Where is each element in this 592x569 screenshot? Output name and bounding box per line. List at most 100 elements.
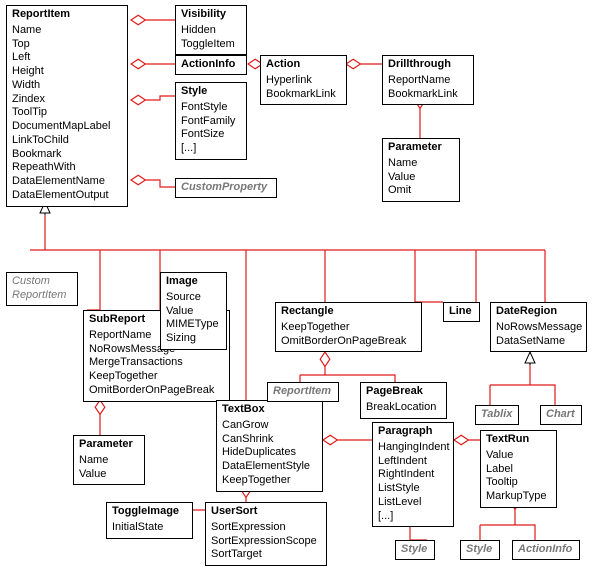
class-attr: FontSize xyxy=(181,128,241,142)
class-attr: DocumentMapLabel xyxy=(12,120,122,134)
class-line: Line xyxy=(443,302,480,322)
class-date-region: DateRegion NoRowsMessageDataSetName xyxy=(490,302,587,352)
class-user-sort: UserSort SortExpressionSortExpressionSco… xyxy=(205,502,327,566)
class-attr: KeepTogether xyxy=(222,474,317,488)
class-attrs: ValueLabelTooltipMarkupType xyxy=(481,449,556,507)
class-attr: SortExpressionScope xyxy=(211,535,321,549)
class-title: Image xyxy=(161,273,226,291)
class-attr: [...] xyxy=(181,142,241,156)
class-title: Action xyxy=(261,56,346,74)
class-attr: Width xyxy=(12,79,122,93)
class-paragraph: Paragraph HangingIndentLeftIndentRightIn… xyxy=(372,422,454,527)
class-image: Image SourceValueMIMETypeSizing xyxy=(160,272,227,350)
class-title: ReportItem xyxy=(268,383,338,401)
class-attrs: HyperlinkBookmarkLink xyxy=(261,74,346,105)
class-attr: FontStyle xyxy=(181,101,241,115)
class-attrs: FontStyleFontFamilyFontSize[...] xyxy=(176,101,246,159)
class-attrs: HiddenToggleItem xyxy=(176,24,246,55)
class-attr: Value xyxy=(79,468,139,482)
class-title: UserSort xyxy=(206,503,326,521)
class-report-item: ReportItem NameTopLeftHeightWidthZindexT… xyxy=(6,5,128,207)
class-attr: ReportName xyxy=(388,74,468,88)
class-title: Tablix xyxy=(476,406,518,424)
class-title: Paragraph xyxy=(373,423,453,441)
class-attr: Tooltip xyxy=(486,476,551,490)
class-title: ActionInfo xyxy=(513,541,579,559)
class-attr: Value xyxy=(388,171,454,185)
class-attr: DataElementOutput xyxy=(12,189,122,203)
class-attr: Omit xyxy=(388,184,454,198)
class-style-p: Style xyxy=(395,540,435,560)
class-attr: Zindex xyxy=(12,93,122,107)
class-attr: OmitBorderOnPageBreak xyxy=(89,384,224,398)
class-title: DateRegion xyxy=(491,303,586,321)
class-title: Visibility xyxy=(176,6,246,24)
class-attr: Hyperlink xyxy=(266,74,341,88)
class-attr: BreakLocation xyxy=(366,401,441,415)
class-title: TextRun xyxy=(481,431,556,449)
class-report-item-ref: ReportItem xyxy=(267,382,339,402)
class-title: TextBox xyxy=(217,401,322,419)
class-attr: MIMEType xyxy=(166,318,221,332)
class-attr: Name xyxy=(388,157,454,171)
class-attr: Hidden xyxy=(181,24,241,38)
class-attr: RepeathWith xyxy=(12,161,122,175)
class-title: PageBreak xyxy=(361,383,446,401)
class-custom-report-item: Custom ReportItem xyxy=(6,272,78,306)
class-title: Style xyxy=(176,83,246,101)
class-title: Rectangle xyxy=(276,303,421,321)
class-title: ReportItem xyxy=(7,6,127,24)
class-parameter-dt: Parameter NameValueOmit xyxy=(382,138,460,202)
class-attr: NoRowsMessage xyxy=(496,321,581,335)
class-attr: InitialState xyxy=(112,521,187,535)
class-attrs: BreakLocation xyxy=(361,401,446,418)
class-style-t: Style xyxy=(460,540,500,560)
class-attrs: NoRowsMessageDataSetName xyxy=(491,321,586,352)
class-attrs: InitialState xyxy=(107,521,192,538)
class-attr: Height xyxy=(12,65,122,79)
class-parameter-sr: Parameter NameValue xyxy=(73,435,145,485)
class-page-break: PageBreak BreakLocation xyxy=(360,382,447,419)
class-text-run: TextRun ValueLabelTooltipMarkupType xyxy=(480,430,557,508)
class-attr: Bookmark xyxy=(12,148,122,162)
class-attrs: SortExpressionSortExpressionScopeSortTar… xyxy=(206,521,326,565)
class-attr: Sizing xyxy=(166,332,221,346)
class-attr: CanGrow xyxy=(222,419,317,433)
class-attr: ListStyle xyxy=(378,482,448,496)
class-visibility: Visibility HiddenToggleItem xyxy=(175,5,247,55)
class-drillthrough: Drillthrough ReportNameBookmarkLink xyxy=(382,55,474,105)
class-attr: HangingIndent xyxy=(378,441,448,455)
class-title: Custom ReportItem xyxy=(7,273,77,305)
class-attr: KeepTogether xyxy=(281,321,416,335)
class-attr: Value xyxy=(486,449,551,463)
class-action: Action HyperlinkBookmarkLink xyxy=(260,55,347,105)
class-title: Parameter xyxy=(383,139,459,157)
class-toggle-image: ToggleImage InitialState xyxy=(106,502,193,539)
class-custom-property: CustomProperty xyxy=(175,178,277,198)
class-attr: KeepTogether xyxy=(89,370,224,384)
class-attr: RightIndent xyxy=(378,468,448,482)
class-attr: MergeTransactions xyxy=(89,356,224,370)
class-attr: DataSetName xyxy=(496,335,581,349)
class-attrs: ReportNameBookmarkLink xyxy=(383,74,473,105)
class-title: Line xyxy=(444,303,479,321)
class-attr: Label xyxy=(486,463,551,477)
class-attr: MarkupType xyxy=(486,490,551,504)
class-attr: DataElementName xyxy=(12,175,122,189)
class-attr: BookmarkLink xyxy=(388,88,468,102)
class-title: Style xyxy=(461,541,499,559)
class-title: Chart xyxy=(541,406,581,424)
class-attrs: CanGrowCanShrinkHideDuplicatesDataElemen… xyxy=(217,419,322,491)
class-attr: LinkToChild xyxy=(12,134,122,148)
class-title: CustomProperty xyxy=(176,179,276,197)
class-attrs: NameTopLeftHeightWidthZindexToolTipDocum… xyxy=(7,24,127,206)
class-chart: Chart xyxy=(540,405,582,425)
class-attr: Value xyxy=(166,305,221,319)
class-style: Style FontStyleFontFamilyFontSize[...] xyxy=(175,82,247,160)
class-attrs: KeepTogetherOmitBorderOnPageBreak xyxy=(276,321,421,352)
class-attr: OmitBorderOnPageBreak xyxy=(281,335,416,349)
class-attr: [...] xyxy=(378,510,448,524)
class-attr: ToolTip xyxy=(12,106,122,120)
class-attr: SortTarget xyxy=(211,548,321,562)
class-title: Style xyxy=(396,541,434,559)
